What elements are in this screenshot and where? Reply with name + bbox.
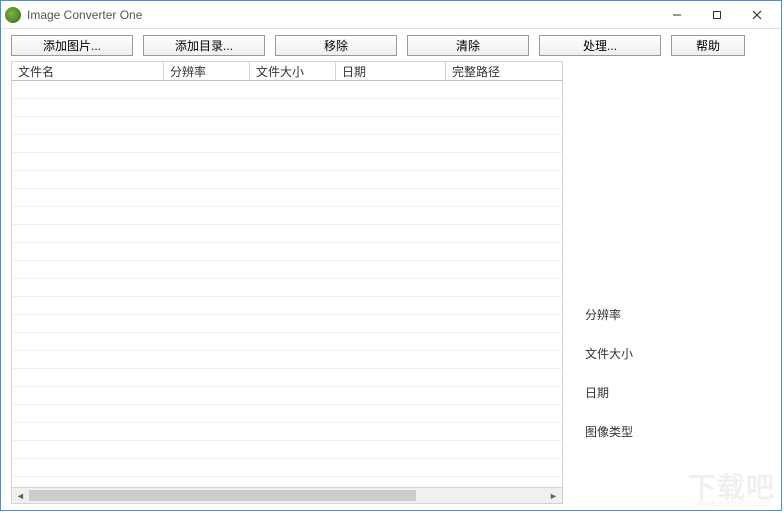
help-button[interactable]: 帮助 bbox=[671, 35, 745, 56]
col-fullpath[interactable]: 完整路径 bbox=[446, 62, 562, 80]
window-controls bbox=[657, 2, 777, 28]
file-table: 文件名 分辨率 文件大小 日期 完整路径 bbox=[11, 61, 563, 504]
table-row bbox=[12, 387, 562, 405]
add-image-button[interactable]: 添加图片... bbox=[11, 35, 133, 56]
col-date[interactable]: 日期 bbox=[336, 62, 446, 80]
app-window: Image Converter One 添加图片... 添加目录... 移除 清… bbox=[0, 0, 782, 511]
table-row bbox=[12, 117, 562, 135]
horizontal-scrollbar[interactable]: ◄ ► bbox=[11, 487, 563, 504]
table-row bbox=[12, 351, 562, 369]
titlebar: Image Converter One bbox=[1, 1, 781, 29]
remove-button[interactable]: 移除 bbox=[275, 35, 397, 56]
table-row bbox=[12, 135, 562, 153]
table-row bbox=[12, 261, 562, 279]
table-row bbox=[12, 369, 562, 387]
table-row bbox=[12, 405, 562, 423]
minimize-button[interactable] bbox=[657, 2, 697, 28]
label-date: 日期 bbox=[585, 384, 633, 401]
table-row bbox=[12, 171, 562, 189]
col-filename[interactable]: 文件名 bbox=[12, 62, 164, 80]
scroll-right-button[interactable]: ► bbox=[545, 488, 562, 503]
table-row bbox=[12, 279, 562, 297]
table-row bbox=[12, 243, 562, 261]
table-row bbox=[12, 207, 562, 225]
process-button[interactable]: 处理... bbox=[539, 35, 661, 56]
table-header: 文件名 分辨率 文件大小 日期 完整路径 bbox=[11, 61, 563, 81]
table-row bbox=[12, 315, 562, 333]
window-title: Image Converter One bbox=[27, 8, 657, 22]
toolbar: 添加图片... 添加目录... 移除 清除 处理... 帮助 bbox=[1, 29, 781, 59]
info-labels: 分辨率 文件大小 日期 图像类型 bbox=[585, 306, 633, 440]
maximize-button[interactable] bbox=[697, 2, 737, 28]
col-filesize[interactable]: 文件大小 bbox=[250, 62, 336, 80]
scroll-thumb[interactable] bbox=[29, 490, 416, 501]
table-row bbox=[12, 81, 562, 99]
scroll-left-button[interactable]: ◄ bbox=[12, 488, 29, 503]
clear-button[interactable]: 清除 bbox=[407, 35, 529, 56]
label-resolution: 分辨率 bbox=[585, 306, 633, 323]
table-row bbox=[12, 333, 562, 351]
content-area: 文件名 分辨率 文件大小 日期 完整路径 bbox=[1, 59, 781, 510]
table-row bbox=[12, 189, 562, 207]
col-resolution[interactable]: 分辨率 bbox=[164, 62, 250, 80]
app-icon bbox=[5, 7, 21, 23]
close-button[interactable] bbox=[737, 2, 777, 28]
table-row bbox=[12, 441, 562, 459]
table-row bbox=[12, 297, 562, 315]
info-panel: 分辨率 文件大小 日期 图像类型 bbox=[567, 61, 773, 504]
table-row bbox=[12, 459, 562, 477]
add-folder-button[interactable]: 添加目录... bbox=[143, 35, 265, 56]
table-row bbox=[12, 423, 562, 441]
table-row bbox=[12, 225, 562, 243]
scroll-track[interactable] bbox=[29, 488, 545, 503]
table-body[interactable] bbox=[11, 81, 563, 487]
table-row bbox=[12, 99, 562, 117]
label-filesize: 文件大小 bbox=[585, 345, 633, 362]
table-row bbox=[12, 153, 562, 171]
label-imagetype: 图像类型 bbox=[585, 423, 633, 440]
